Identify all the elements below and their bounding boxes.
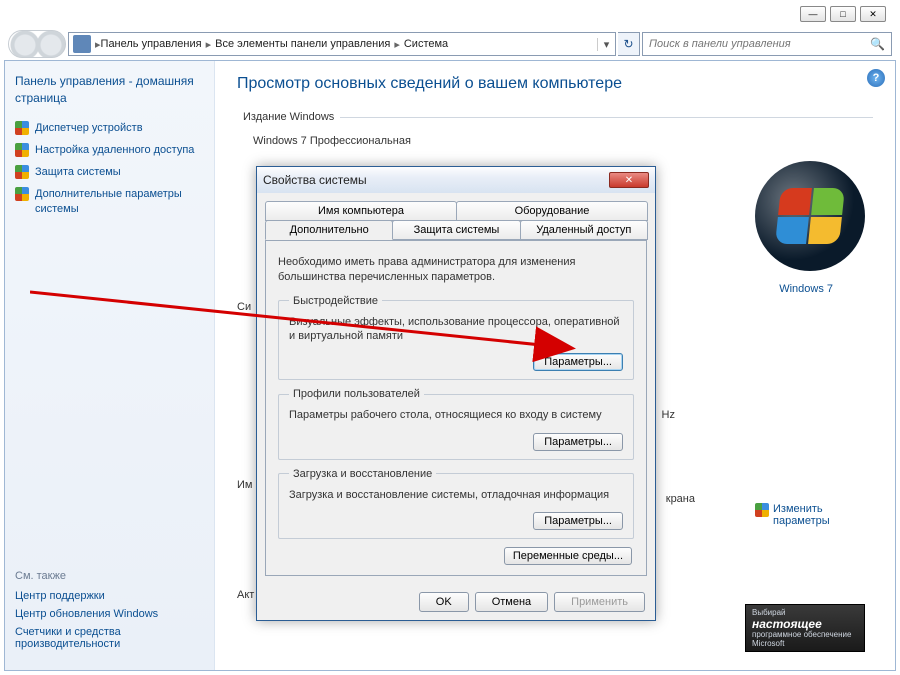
ok-button[interactable]: OK	[419, 592, 469, 612]
tab-advanced[interactable]: Дополнительно	[265, 220, 393, 240]
see-also-windows-update[interactable]: Центр обновления Windows	[15, 608, 204, 620]
startup-desc: Загрузка и восстановление системы, отлад…	[289, 488, 623, 502]
env-vars-button[interactable]: Переменные среды...	[504, 547, 632, 565]
apply-button[interactable]: Применить	[554, 592, 645, 612]
page-title: Просмотр основных сведений о вашем компь…	[237, 75, 873, 93]
shield-icon	[15, 165, 29, 179]
edition-name: Windows 7 Профессиональная	[237, 131, 873, 151]
sidebar-home-link[interactable]: Панель управления - домашняя страница	[15, 73, 204, 107]
see-also: См. также Центр поддержки Центр обновлен…	[15, 570, 204, 656]
sidebar-item-advanced[interactable]: Дополнительные параметры системы	[15, 187, 204, 216]
genuine-badge[interactable]: Выбирай настоящее программное обеспечени…	[745, 604, 865, 652]
startup-legend: Загрузка и восстановление	[289, 468, 436, 480]
profiles-group: Профили пользователей Параметры рабочего…	[278, 388, 634, 459]
name-section-label: Им	[237, 479, 252, 491]
sidebar: Панель управления - домашняя страница Ди…	[5, 61, 215, 670]
minimize-button[interactable]: —	[800, 6, 826, 22]
windows-flag-icon	[775, 188, 845, 244]
see-also-performance[interactable]: Счетчики и средства производительности	[15, 626, 204, 650]
tab-computer-name[interactable]: Имя компьютера	[265, 201, 457, 221]
dialog-title: Свойства системы	[263, 173, 367, 187]
dialog-close-button[interactable]: ✕	[609, 172, 649, 188]
tab-hardware[interactable]: Оборудование	[456, 201, 648, 221]
see-also-action-center[interactable]: Центр поддержки	[15, 590, 204, 602]
shield-icon	[15, 121, 29, 135]
see-also-title: См. также	[15, 570, 204, 582]
profiles-legend: Профили пользователей	[289, 388, 424, 400]
performance-group: Быстродействие Визуальные эффекты, испол…	[278, 295, 634, 381]
search-box[interactable]: 🔍	[642, 32, 892, 56]
hz-fragment: Hz	[662, 409, 675, 421]
dialog-titlebar[interactable]: Свойства системы ✕	[257, 167, 655, 193]
sidebar-item-remote[interactable]: Настройка удаленного доступа	[15, 143, 204, 157]
chevron-down-icon[interactable]: ▾	[597, 38, 615, 51]
performance-legend: Быстродействие	[289, 295, 382, 307]
activation-section-label: Акт	[237, 589, 254, 601]
screen-fragment: крана	[666, 493, 695, 505]
shield-icon	[15, 143, 29, 157]
startup-group: Загрузка и восстановление Загрузка и вос…	[278, 468, 634, 539]
tab-system-protection[interactable]: Защита системы	[392, 220, 520, 240]
change-settings-link[interactable]: Изменить параметры	[755, 503, 855, 527]
control-panel-icon	[73, 35, 91, 53]
performance-desc: Визуальные эффекты, использование процес…	[289, 315, 623, 344]
breadcrumb[interactable]: ▸ Панель управления ▸ Все элементы панели…	[68, 32, 616, 56]
close-button[interactable]: ✕	[860, 6, 886, 22]
maximize-button[interactable]: □	[830, 6, 856, 22]
crumb-1[interactable]: Все элементы панели управления	[215, 38, 390, 50]
crumb-0[interactable]: Панель управления	[101, 38, 202, 50]
help-icon[interactable]: ?	[867, 69, 885, 87]
edition-legend: Издание Windows	[237, 111, 340, 123]
crumb-2[interactable]: Система	[404, 38, 448, 50]
profiles-desc: Параметры рабочего стола, относящиеся ко…	[289, 408, 623, 422]
edition-group: Издание Windows Windows 7 Профессиональн…	[237, 111, 873, 151]
shield-icon	[15, 187, 29, 201]
cancel-button[interactable]: Отмена	[475, 592, 548, 612]
sidebar-item-device-manager[interactable]: Диспетчер устройств	[15, 121, 204, 135]
chevron-right-icon: ▸	[206, 38, 212, 51]
tab-remote[interactable]: Удаленный доступ	[520, 220, 648, 240]
sidebar-item-protection[interactable]: Защита системы	[15, 165, 204, 179]
system-section-label: Си	[237, 301, 251, 313]
tab-panel-advanced: Необходимо иметь права администратора дл…	[265, 240, 647, 576]
address-bar: ▸ Панель управления ▸ Все элементы панели…	[8, 30, 892, 58]
search-icon: 🔍	[870, 37, 885, 51]
performance-settings-button[interactable]: Параметры...	[533, 353, 623, 371]
chevron-right-icon: ▸	[394, 38, 400, 51]
shield-icon	[755, 503, 769, 517]
windows-logo	[755, 161, 865, 271]
brand-label: Windows 7	[779, 283, 833, 295]
nav-back-forward[interactable]	[8, 30, 66, 58]
admin-note: Необходимо иметь права администратора дл…	[278, 255, 634, 285]
search-input[interactable]	[649, 38, 866, 50]
profiles-settings-button[interactable]: Параметры...	[533, 433, 623, 451]
startup-settings-button[interactable]: Параметры...	[533, 512, 623, 530]
system-properties-dialog: Свойства системы ✕ Имя компьютера Оборуд…	[256, 166, 656, 621]
refresh-button[interactable]: ↻	[618, 32, 640, 56]
